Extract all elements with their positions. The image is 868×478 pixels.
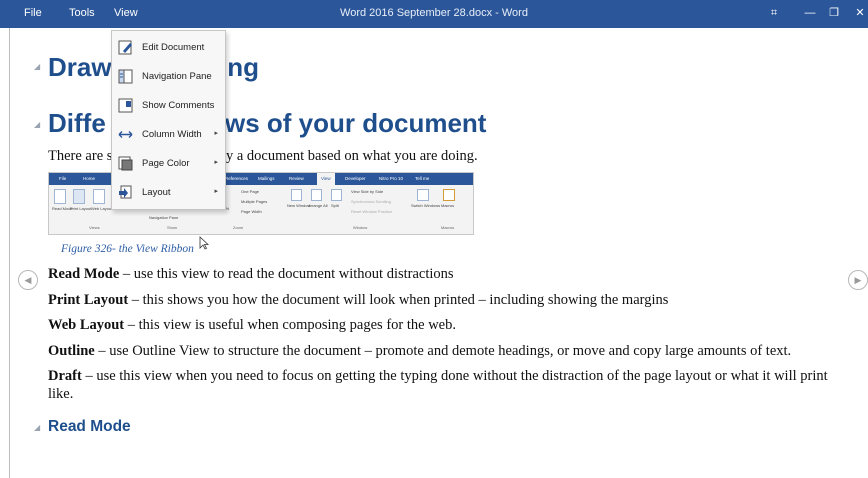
heading-drawing-left: Draw [48,52,112,82]
submenu-arrow-icon: ▸ [214,130,218,137]
ribbon-tab: Tell me [415,176,430,181]
ribbon-check-label: Navigation Pane [149,215,179,220]
heading-views-right: ws of your document [225,108,487,138]
menu-item-label: Edit Document [142,42,205,53]
heading-read-mode: Read Mode [48,418,131,435]
mouse-cursor-icon [199,236,209,250]
ribbon-group-label: Views [89,225,100,230]
intro-left: There are s [48,148,113,164]
heading-drawing: Draw ing [48,52,259,83]
intro-paragraph: There are s y a document based on what y… [48,148,478,165]
split-icon [331,189,342,201]
collapse-heading-icon[interactable]: ◢ [34,120,40,129]
menu-item-page-color[interactable]: Page Color ▸ [112,151,225,177]
page-color-icon [118,156,133,171]
intro-right: y a document based on what you are doing… [226,148,478,164]
ribbon-tab-view: View [317,173,335,185]
heading-views-left: Diffe [48,108,106,138]
collapse-heading-icon[interactable]: ◢ [34,62,40,71]
previous-page-button[interactable]: ◀ [18,270,38,290]
description: – use this view when you need to focus o… [81,368,828,384]
view-menu: Edit Document Navigation Pane Show Comme… [111,30,226,210]
submenu-arrow-icon: ▸ [214,188,218,195]
term: Outline [48,343,95,359]
menu-item-label: Show Comments [142,100,215,111]
figure-caption: Figure 326- the View Ribbon [61,243,194,255]
layout-icon [119,185,132,199]
ribbon-tab: Home [83,176,96,181]
paragraph-web-layout: Web Layout – this view is useful when co… [48,317,456,334]
ribbon-group-label: Macros [441,225,455,230]
show-comments-icon [118,98,133,113]
ribbon-check-label: View Side by Side [351,189,384,194]
edit-document-icon [118,40,132,55]
description: – use Outline View to structure the docu… [94,343,792,359]
paragraph-read-mode: Read Mode – use this view to read the do… [48,266,454,283]
focus-mode-button[interactable]: ⌗ [756,0,792,28]
menu-item-label: Column Width [142,129,202,140]
menu-file[interactable]: File [24,0,42,28]
term: Draft [48,368,82,384]
collapse-heading-icon[interactable]: ◢ [34,423,40,432]
macros-icon [443,189,455,201]
ribbon-button-label: Web Layout [91,206,113,211]
ribbon-tab: Developer [345,176,366,181]
ribbon-button-label: Switch Windows [411,203,441,208]
menu-item-show-comments[interactable]: Show Comments [112,93,225,119]
ribbon-check-label: Page Width [241,209,262,214]
menu-tools[interactable]: Tools [69,0,95,28]
ribbon-button-label: New Window [287,203,311,208]
description: – use this view to read the document wit… [119,266,454,282]
menu-item-layout[interactable]: Layout ▸ [112,180,225,206]
new-window-icon [291,189,302,201]
menu-view[interactable]: View [114,0,138,28]
menu-item-column-width[interactable]: Column Width ▸ [112,122,225,148]
ribbon-check-label: One Page [241,189,260,194]
switch-windows-icon [417,189,429,201]
print-layout-icon [73,189,85,204]
ribbon-tab: Review [289,176,304,181]
heading-views: Diffe ws of your document [48,108,486,139]
paragraph-draft-line2: like. [48,386,74,402]
ribbon-group-label: Zoom [233,225,244,230]
description: – this view is useful when composing pag… [124,317,456,333]
description: – this shows you how the document will l… [128,292,669,308]
menu-item-label: Page Color [142,158,190,169]
menu-item-label: Layout [142,187,171,198]
ribbon-button-label: Arrange All [308,203,328,208]
ribbon-tab: Mailings [258,176,275,181]
ribbon-tab: References [225,176,249,181]
close-button[interactable]: ✕ [842,0,868,28]
paragraph-print-layout: Print Layout – this shows you how the do… [48,292,668,309]
next-page-button[interactable]: ▶ [848,270,868,290]
web-layout-icon [93,189,105,204]
column-width-icon [118,131,133,138]
term: Read Mode [48,266,120,282]
submenu-arrow-icon: ▸ [214,159,218,166]
term: Web Layout [48,317,125,333]
menu-item-edit-document[interactable]: Edit Document [112,35,225,61]
ribbon-check-label: Synchronous Scrolling [351,199,391,204]
title-bar: File Tools View Word 2016 September 28.d… [0,0,868,28]
arrange-all-icon [311,189,322,201]
ribbon-button-label: Macros [441,203,455,208]
ribbon-group-label: Show [167,225,178,230]
ribbon-tab: Nitro Pro 10 [379,176,404,181]
ribbon-button-label: Split [331,203,339,208]
read-mode-icon [54,189,66,204]
ribbon-check-label: Reset Window Position [351,209,393,214]
menu-item-label: Navigation Pane [142,71,212,82]
ribbon-button-label: Print Layout [70,206,92,211]
menu-item-navigation-pane[interactable]: Navigation Pane [112,64,225,90]
ribbon-check-label: Multiple Pages [241,199,268,204]
term: Print Layout [48,292,129,308]
navigation-pane-icon [118,69,133,84]
ribbon-tab: File [59,176,67,181]
page-left-border [9,28,10,478]
paragraph-draft: Draft – use this view when you need to f… [48,368,828,385]
paragraph-outline: Outline – use Outline View to structure … [48,343,791,360]
ribbon-group-label: Window [353,225,368,230]
